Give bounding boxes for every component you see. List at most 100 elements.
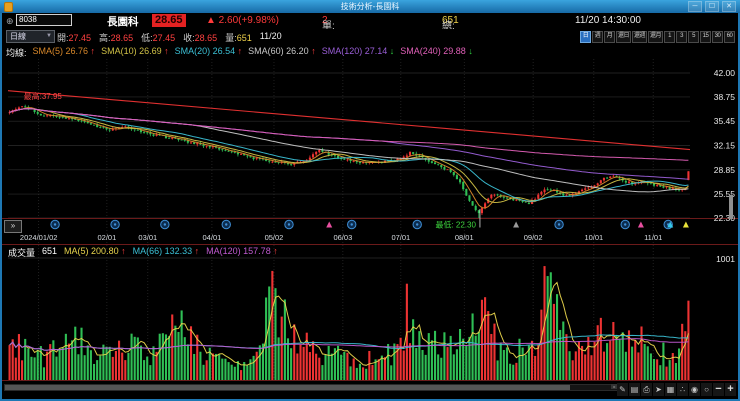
save-icon[interactable]: ▤ <box>629 383 640 396</box>
period-button-還週[interactable]: 還週 <box>631 31 647 43</box>
trend-arrow-icon: ↓ <box>387 46 395 56</box>
sma-item: SMA(10) 26.69 ↑ <box>101 46 169 59</box>
period-dropdown[interactable]: 日線 ▼ <box>6 30 55 43</box>
stock-code-input[interactable] <box>16 14 72 26</box>
svg-text:03/01: 03/01 <box>138 233 157 242</box>
pointer-icon[interactable]: ➤ <box>653 383 664 396</box>
scrollbar-thumb[interactable] <box>5 385 570 390</box>
sma-name-value: SMA(60) 26.20 <box>248 46 309 56</box>
sma-item: SMA(60) 26.20 ↑ <box>248 46 316 59</box>
print-icon[interactable]: ⎙ <box>641 383 652 396</box>
ohlc-value: 28.65 <box>110 33 134 43</box>
zoom-in-icon[interactable]: + <box>725 383 736 396</box>
period-button-日[interactable]: 日 <box>579 31 591 43</box>
period-button-15[interactable]: 15 <box>700 31 711 43</box>
period-button-3[interactable]: 3 <box>676 31 687 43</box>
maximize-button[interactable]: ☐ <box>705 1 719 12</box>
last-price: 28.65 <box>152 14 186 27</box>
add-symbol-icon[interactable]: ⊕ <box>6 16 14 27</box>
period-buttons: 日週月還日 還週 還月 1 3 5 15 30 60 <box>579 31 735 43</box>
period-button-還月[interactable]: 還月 <box>647 31 663 43</box>
svg-text:35.45: 35.45 <box>714 116 736 126</box>
event-markers[interactable] <box>50 219 689 230</box>
trend-arrow-icon: ↑ <box>270 246 278 256</box>
sma-item: SMA(5) 26.76 ↑ <box>33 46 96 59</box>
expand-button[interactable]: » <box>4 220 22 233</box>
svg-text:07/01: 07/01 <box>391 233 410 242</box>
quote-datetime: 11/20 14:30:00 <box>575 15 641 26</box>
period-button-30[interactable]: 30 <box>712 31 723 43</box>
svg-text:05/02: 05/02 <box>265 233 284 242</box>
vol-ma-name-value: MA(66) 132.33 <box>132 246 193 256</box>
ohlc-field: 高:28.65 <box>99 31 133 44</box>
ohlc-value: 27.45 <box>68 33 92 43</box>
sma-lines <box>9 107 689 209</box>
svg-text:04/01: 04/01 <box>203 233 222 242</box>
sma-item: SMA(20) 26.54 ↑ <box>175 46 243 59</box>
period-button-5[interactable]: 5 <box>688 31 699 43</box>
sma-item: SMA(120) 27.14 ↓ <box>322 46 395 59</box>
trend-arrow-icon: ↓ <box>465 46 473 56</box>
sma-item: SMA(240) 29.88 ↓ <box>400 46 473 59</box>
ohlc-readout: 開:27.45 高:28.65 低:27.45 收:28.65 量:651 11/20 <box>57 31 282 44</box>
svg-text:09/02: 09/02 <box>524 233 543 242</box>
marks-icon[interactable]: ∴ <box>677 383 688 396</box>
ohlc-field: 收:28.65 <box>183 31 217 44</box>
period-button-60[interactable]: 60 <box>724 31 735 43</box>
lowest-price-label: 最低: 22.30 <box>435 220 476 230</box>
window-title: 技術分析-長園科 <box>340 2 400 11</box>
marker-gray-icon <box>513 221 520 228</box>
vol-ma-name-value: MA(120) 157.78 <box>206 246 271 256</box>
zoom-out-icon[interactable]: − <box>713 383 724 396</box>
vertical-scroll-thumb[interactable] <box>729 195 733 219</box>
ohlc-label: 低: <box>141 33 153 43</box>
ohlc-field: 量:651 <box>225 31 252 44</box>
vol-ma-item: MA(5) 200.80 ↑ <box>64 246 126 259</box>
svg-text:02/01: 02/01 <box>97 233 116 242</box>
volume-ma-lines <box>9 281 689 366</box>
circle-icon[interactable]: ○ <box>701 383 712 396</box>
period-button-月[interactable]: 月 <box>603 31 615 43</box>
marker-yellow-icon <box>682 221 689 228</box>
period-button-1[interactable]: 1 <box>664 31 675 43</box>
period-button-週[interactable]: 週 <box>591 31 603 43</box>
chart-toolbar: 日線 ▼ 開:27.45 高:28.65 低:27.45 收:28.65 量:651 11… <box>2 29 738 44</box>
period-button-還日[interactable]: 還日 <box>615 31 631 43</box>
vol-ma-name-value: MA(5) 200.80 <box>64 246 119 256</box>
minimize-button[interactable]: ─ <box>688 1 702 12</box>
ohlc-field: 開:27.45 <box>57 31 91 44</box>
ohlc-label: 收: <box>183 33 195 43</box>
draw-icon[interactable]: ✎ <box>617 383 628 396</box>
trend-arrow-icon: ↑ <box>192 246 200 256</box>
bottom-toolbar: ✎ ▤ ⎙ ➤ ▦ ∴ ◉ ○ − + <box>617 383 736 396</box>
price-volume-chart[interactable]: 42.0038.7535.4532.1528.8525.5522.3010012… <box>2 59 738 381</box>
eye-icon[interactable]: ◉ <box>689 383 700 396</box>
ohlc-value: 28.65 <box>194 33 218 43</box>
vol-ma-item: MA(66) 132.33 ↑ <box>133 246 200 259</box>
vol-ma-item: MA(120) 157.78 ↑ <box>206 246 278 259</box>
grid-icon[interactable]: ▦ <box>665 383 676 396</box>
sma-name-value: SMA(120) 27.14 <box>321 46 388 56</box>
trend-arrow-icon: ↑ <box>235 46 243 56</box>
sma-title: 均線: <box>6 48 27 58</box>
horizontal-scrollbar[interactable]: ▸ <box>4 384 618 391</box>
svg-text:42.00: 42.00 <box>714 68 736 78</box>
price-change: ▲ 2.60(+9.98%) <box>206 15 279 26</box>
down-trendline[interactable] <box>7 90 691 151</box>
svg-text:32.15: 32.15 <box>714 141 736 151</box>
ohlc-label: 開: <box>57 33 69 43</box>
sma-legend: 均線: SMA(5) 26.76 ↑ SMA(10) 26.69 ↑ SMA(20) … <box>2 44 738 59</box>
svg-text:2024/01/02: 2024/01/02 <box>20 233 58 242</box>
svg-text:28.85: 28.85 <box>714 165 736 175</box>
close-button[interactable]: ✕ <box>722 1 736 12</box>
grid <box>8 59 690 380</box>
trend-arrow-icon: ↑ <box>88 46 96 56</box>
stock-name: 長園科 <box>107 16 139 28</box>
trend-arrow-icon: ↑ <box>118 246 126 256</box>
svg-text:10/01: 10/01 <box>584 233 603 242</box>
volume-legend: 成交量 651 MA(5) 200.80 ↑ MA(66) 132.33 ↑ MA(12… <box>8 246 278 259</box>
marker-pink-icon <box>637 221 644 228</box>
single-volume: 單: 2 <box>322 15 335 32</box>
ohlc-field: 低:27.45 <box>141 31 175 44</box>
sma-name-value: SMA(5) 26.76 <box>32 46 89 56</box>
